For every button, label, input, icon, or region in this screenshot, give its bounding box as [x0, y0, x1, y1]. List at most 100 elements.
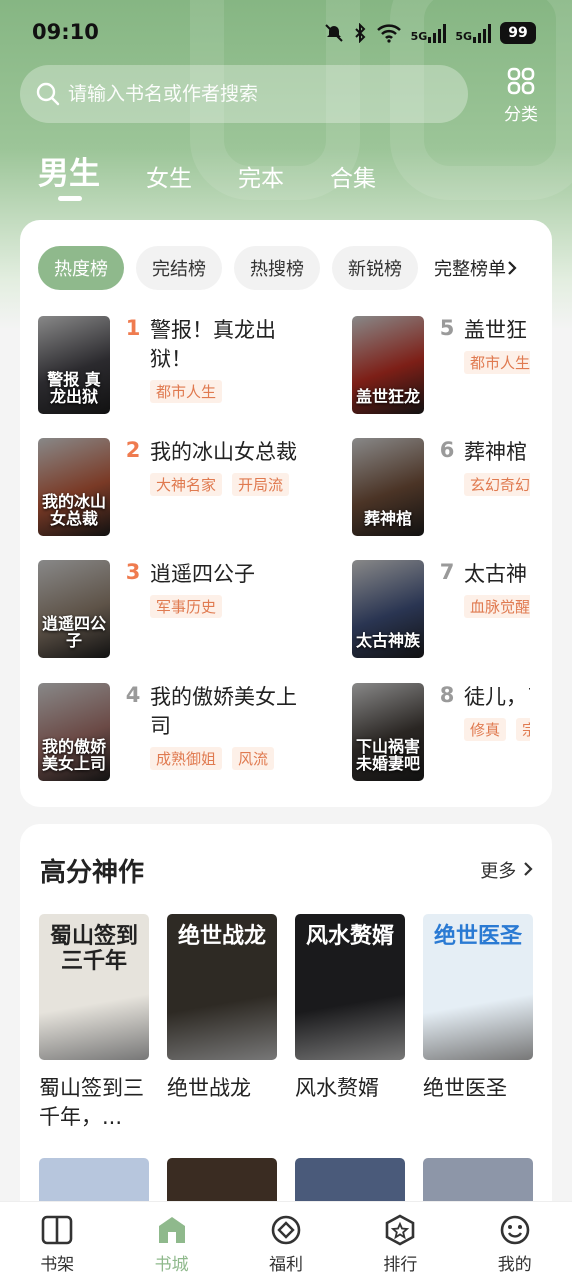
- star-badge-icon: [386, 1214, 415, 1246]
- signal-2-label: 5G: [455, 30, 472, 43]
- book-cover: 我的冰山女总裁: [38, 438, 110, 536]
- section-more-link[interactable]: 更多: [480, 857, 534, 883]
- grid-icon: [507, 67, 535, 95]
- ranking-item[interactable]: 我的冰山女总裁 2 我的冰山女总裁 大神名家 开局流: [38, 438, 338, 536]
- book-cover: 盖世狂龙: [352, 316, 424, 414]
- book-tags: 血脉觉醒: [464, 595, 530, 618]
- gender-tabs: 男生 女生 完本 合集: [38, 148, 376, 201]
- cover-title: 盖世狂龙: [356, 387, 421, 407]
- book-cover: 我的傲娇美女上司: [38, 683, 110, 781]
- ranking-item[interactable]: 下山祸害未婚妻吧 8 徒儿，了，下 修真宗: [352, 683, 532, 781]
- bottom-navigation: 书架 书城 福利 排行 我的: [0, 1201, 572, 1279]
- tab-female[interactable]: 女生: [146, 159, 192, 193]
- cover-title: 葬神棺: [363, 509, 412, 529]
- book-title: 葬神棺: [464, 440, 527, 464]
- cover-title: 蜀山签到三千年: [49, 924, 138, 975]
- ranking-card: 热度榜 完结榜 热搜榜 新锐榜 完整榜单 警报 真龙出狱 1 警报！真龙出狱！ …: [20, 220, 552, 807]
- search-input[interactable]: [68, 83, 428, 105]
- chip-hot[interactable]: 热度榜: [38, 246, 124, 290]
- nav-bookstore[interactable]: 书城: [122, 1202, 222, 1279]
- rank-number: 3: [125, 560, 141, 584]
- section-title: 高分神作: [40, 858, 145, 888]
- chip-new[interactable]: 新锐榜: [332, 246, 418, 290]
- book-title: 绝世医圣: [423, 1076, 507, 1100]
- ranking-item[interactable]: 太古神族 7 太古神 血脉觉醒: [352, 560, 532, 658]
- nav-label: 福利: [268, 1255, 303, 1275]
- book-info: 太古神 血脉觉醒: [464, 560, 530, 658]
- book-tags: 都市人生: [464, 351, 530, 374]
- book-tags: 修真宗: [464, 718, 530, 741]
- tab-complete[interactable]: 完本: [238, 159, 284, 193]
- bluetooth-icon: [354, 23, 366, 43]
- book-title: 我的傲娇美女上司: [150, 685, 297, 738]
- ranking-item[interactable]: 逍遥四公子 3 逍遥四公子 军事历史: [38, 560, 338, 658]
- book-card[interactable]: 绝世战龙 绝世战龙: [167, 914, 277, 1132]
- book-info: 我的冰山女总裁 大神名家 开局流: [150, 438, 310, 536]
- full-ranking-link[interactable]: 完整榜单: [430, 246, 522, 290]
- nav-mine[interactable]: 我的: [465, 1202, 565, 1279]
- book-tag: 都市人生: [150, 380, 223, 403]
- status-time: 09:10: [32, 20, 99, 44]
- rank-number: 8: [439, 683, 455, 707]
- cover-title: 我的冰山女总裁: [42, 491, 107, 529]
- nav-welfare[interactable]: 福利: [236, 1202, 336, 1279]
- book-info: 葬神棺 玄幻奇幻: [464, 438, 530, 536]
- book-card[interactable]: 风水赘婿 风水赘婿: [295, 914, 405, 1132]
- cover-title: 下山祸害未婚妻吧: [356, 736, 421, 774]
- book-cover: 绝世医圣: [423, 914, 533, 1060]
- book-tag: 军事历史: [150, 595, 223, 618]
- search-icon: [36, 82, 60, 106]
- ranking-chips: 热度榜 完结榜 热搜榜 新锐榜 完整榜单: [38, 246, 522, 290]
- section-more-label: 更多: [480, 861, 517, 882]
- book-card[interactable]: 蜀山签到三千年 蜀山签到三千年，...: [39, 914, 149, 1132]
- book-cover: 绝世战龙: [167, 914, 277, 1060]
- battery-indicator: 99: [500, 22, 536, 44]
- tab-collection[interactable]: 合集: [330, 159, 376, 193]
- ranking-item[interactable]: 我的傲娇美女上司 4 我的傲娇美女上司 成熟御姐 风流: [38, 683, 338, 781]
- rank-number: 5: [439, 316, 455, 340]
- signal-2: 5G: [455, 23, 491, 43]
- cover-title: 逍遥四公子: [42, 613, 107, 651]
- book-cover: 蜀山签到三千年: [39, 914, 149, 1060]
- mute-bell-icon: [324, 24, 343, 42]
- book-title: 风水赘婿: [295, 1076, 379, 1100]
- book-card[interactable]: 绝世医圣 绝世医圣: [423, 914, 533, 1132]
- ranking-item[interactable]: 葬神棺 6 葬神棺 玄幻奇幻: [352, 438, 532, 536]
- book-info: 我的傲娇美女上司 成熟御姐 风流: [150, 683, 310, 781]
- rank-number: 6: [439, 438, 455, 462]
- rank-number: 2: [125, 438, 141, 462]
- category-button[interactable]: 分类: [496, 66, 546, 126]
- book-title: 我的冰山女总裁: [150, 440, 297, 464]
- book-tags: 军事历史: [150, 595, 310, 618]
- chip-finished[interactable]: 完结榜: [136, 246, 222, 290]
- book-tag: 风流: [232, 747, 275, 770]
- book-tags: 都市人生: [150, 380, 310, 403]
- book-title: 绝世战龙: [167, 1076, 251, 1100]
- nav-label: 书城: [154, 1255, 189, 1275]
- book-tag: 玄幻奇幻: [464, 473, 530, 496]
- book-tags: 玄幻奇幻: [464, 473, 530, 496]
- nav-bookshelf[interactable]: 书架: [7, 1202, 107, 1279]
- tab-male[interactable]: 男生: [38, 148, 100, 201]
- ranking-item[interactable]: 盖世狂龙 5 盖世狂 都市人生: [352, 316, 532, 414]
- book-info: 盖世狂 都市人生: [464, 316, 530, 414]
- signal-bars-icon: [473, 23, 491, 43]
- book-info: 警报！真龙出狱！ 都市人生: [150, 316, 310, 414]
- chip-search[interactable]: 热搜榜: [234, 246, 320, 290]
- book-title: 盖世狂: [464, 318, 527, 342]
- search-bar[interactable]: [20, 65, 468, 123]
- chevron-right-icon: [508, 261, 517, 275]
- nav-label: 排行: [383, 1255, 418, 1275]
- rank-number: 7: [439, 560, 455, 584]
- cover-title: 警报 真龙出狱: [47, 369, 101, 407]
- nav-ranking[interactable]: 排行: [350, 1202, 450, 1279]
- full-ranking-label: 完整榜单: [434, 259, 506, 280]
- signal-1: 5G: [411, 23, 447, 43]
- book-title: 徒儿，了，下: [464, 685, 530, 709]
- cover-title: 风水赘婿: [305, 924, 394, 949]
- ranking-item[interactable]: 警报 真龙出狱 1 警报！真龙出狱！ 都市人生: [38, 316, 338, 414]
- chevron-right-icon: [524, 862, 533, 876]
- book-tags: 大神名家 开局流: [150, 473, 310, 496]
- book-tag: 血脉觉醒: [464, 595, 530, 618]
- cover-title: 绝世战龙: [177, 924, 266, 949]
